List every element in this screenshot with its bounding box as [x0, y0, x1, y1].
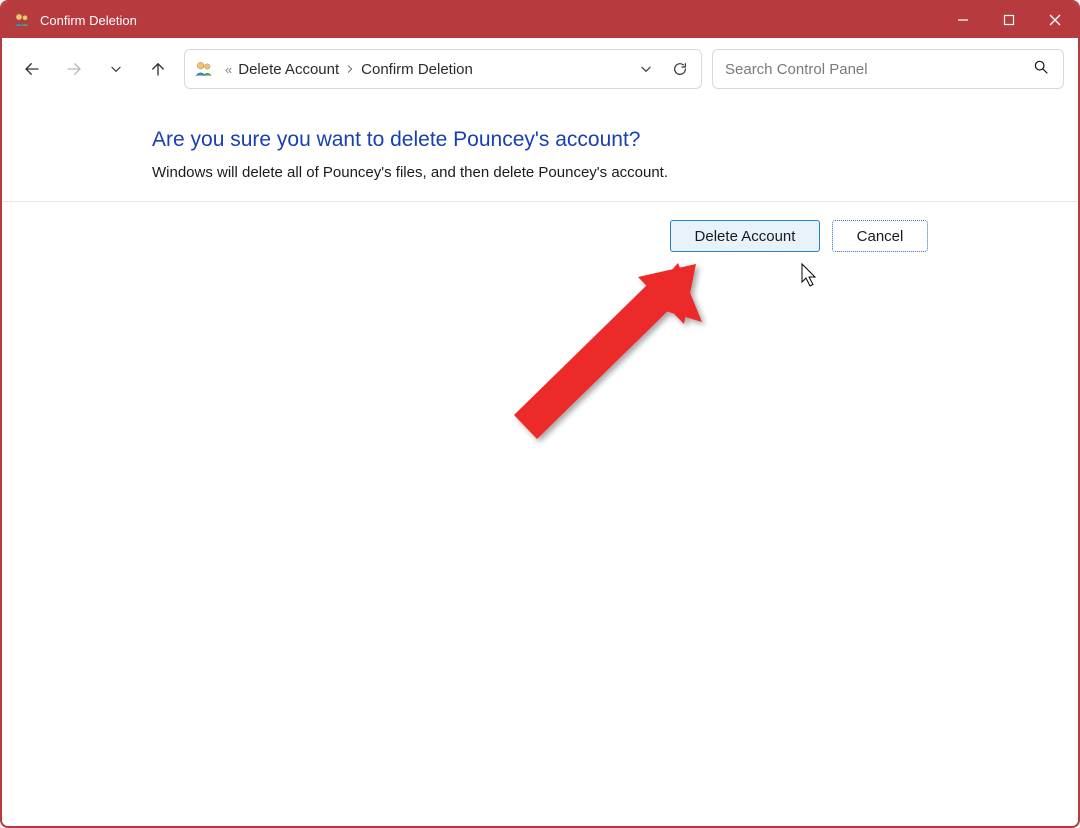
back-button[interactable]	[16, 53, 48, 85]
titlebar[interactable]: Confirm Deletion	[2, 2, 1078, 38]
cancel-button[interactable]: Cancel	[832, 220, 928, 252]
breadcrumb-item-confirm-deletion[interactable]: Confirm Deletion	[361, 61, 473, 78]
action-row: Delete Account Cancel	[2, 202, 1078, 252]
maximize-button[interactable]	[986, 2, 1032, 38]
search-icon[interactable]	[1033, 59, 1053, 79]
address-dropdown-button[interactable]	[631, 54, 661, 84]
content-area: Are you sure you want to delete Pouncey'…	[2, 100, 1078, 181]
breadcrumb-item-delete-account[interactable]: Delete Account	[238, 61, 339, 78]
breadcrumb: « Delete Account Confirm Deletion	[221, 61, 625, 78]
refresh-button[interactable]	[665, 54, 695, 84]
up-button[interactable]	[142, 53, 174, 85]
forward-button[interactable]	[58, 53, 90, 85]
page-headline: Are you sure you want to delete Pouncey'…	[152, 128, 928, 152]
cursor-icon	[802, 264, 815, 286]
user-accounts-icon	[12, 10, 32, 30]
window: Confirm Deletion	[0, 0, 1080, 828]
toolbar: « Delete Account Confirm Deletion	[2, 38, 1078, 100]
user-accounts-icon	[193, 58, 215, 80]
window-title: Confirm Deletion	[40, 13, 137, 28]
search-input[interactable]	[723, 60, 1033, 79]
search-bar[interactable]	[712, 49, 1064, 89]
page-description: Windows will delete all of Pouncey's fil…	[152, 164, 928, 181]
annotation-arrow	[514, 263, 702, 439]
breadcrumb-overflow[interactable]: «	[221, 62, 236, 77]
recent-locations-button[interactable]	[100, 53, 132, 85]
delete-account-button[interactable]: Delete Account	[670, 220, 820, 252]
chevron-right-icon[interactable]	[341, 64, 359, 74]
close-button[interactable]	[1032, 2, 1078, 38]
minimize-button[interactable]	[940, 2, 986, 38]
address-bar[interactable]: « Delete Account Confirm Deletion	[184, 49, 702, 89]
